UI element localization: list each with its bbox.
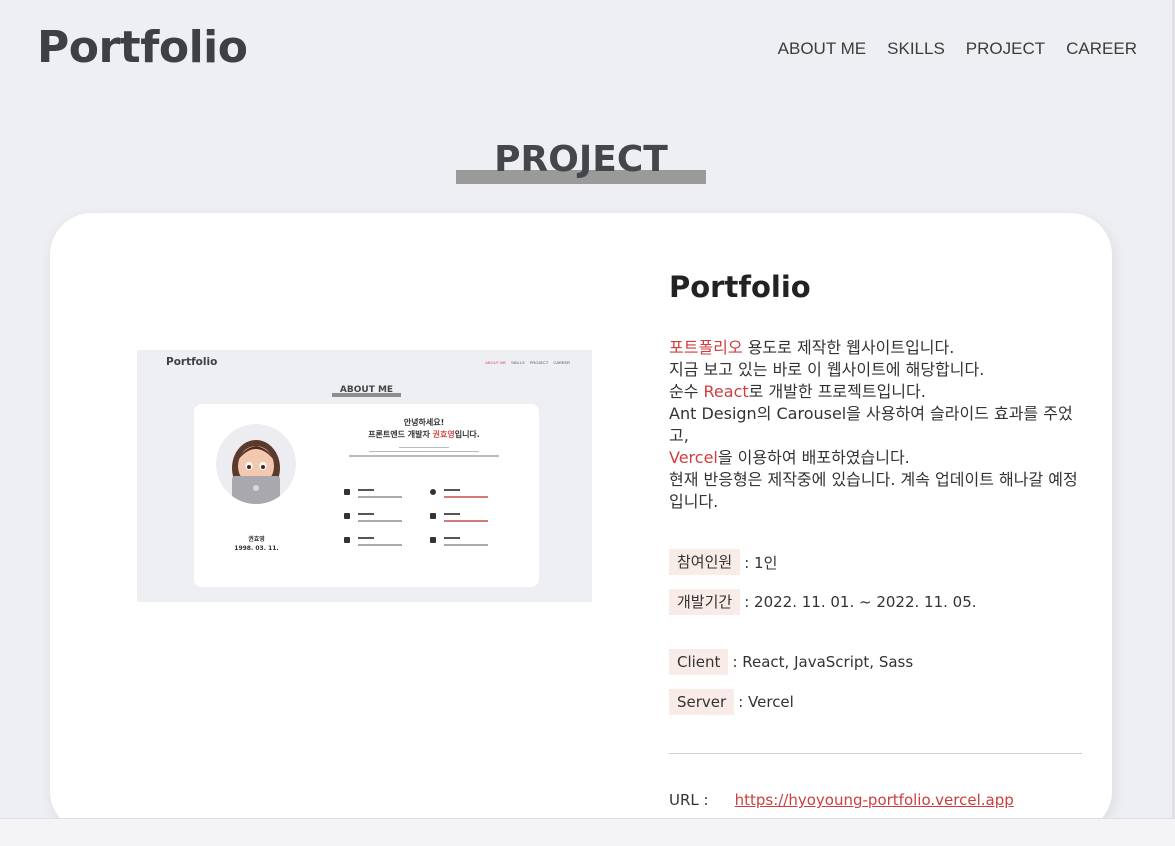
url-row: URL : https://hyoyoung-portfolio.vercel.… [669, 791, 1014, 809]
desc-line: Vercel을 이용하여 배포하였습니다. [669, 447, 1089, 469]
avatar [216, 424, 296, 504]
text-line [349, 455, 499, 457]
preview-intro-lines [344, 444, 504, 460]
desc-text: 로 개발한 프로젝트입니다. [748, 382, 926, 401]
period-tag: 개발기간 [669, 589, 741, 615]
preview-logo: Portfolio [166, 356, 218, 368]
client-value: : React, JavaScript, Sass [732, 653, 914, 671]
desc-line: 지금 보고 있는 바로 이 웹사이트에 해당합니다. [669, 360, 985, 379]
preview-nav: ABOUT ME SKILLS PROJECT CAREER [485, 360, 570, 365]
desc-line: 현재 반응형은 제작중에 있습니다. 계속 업데이트 해나갈 예정입니다. [669, 470, 1078, 511]
preview-title-text: ABOUT ME [339, 385, 394, 395]
greeting-post: 입니다. [454, 430, 480, 439]
text-line [399, 447, 449, 449]
preview-name-block: 권효영 1998. 03. 11. [229, 535, 284, 553]
text-line [369, 451, 479, 453]
preview-greeting: 안녕하세요! 프론트엔드 개발자 권효영입니다. [344, 417, 504, 441]
section-title: PROJECT [456, 138, 706, 184]
desc-highlight: Vercel [669, 448, 718, 467]
preview-nav-item: PROJECT [529, 360, 549, 365]
preview-greeting-line2: 프론트엔드 개발자 권효영입니다. [344, 429, 504, 441]
header: Portfolio ABOUT ME SKILLS PROJECT CAREER [0, 0, 1175, 100]
school-icon [344, 536, 414, 554]
server-tag: Server [669, 689, 735, 715]
members-tag: 참여인원 [669, 549, 741, 575]
nav-about-me[interactable]: ABOUT ME [778, 39, 866, 59]
preview-nav-item: ABOUT ME [485, 360, 507, 365]
preview-nav-item: CAREER [553, 360, 570, 365]
nav-skills[interactable]: SKILLS [887, 39, 945, 59]
server-value: : Vercel [738, 693, 794, 711]
preview-section-title: ABOUT ME [332, 385, 401, 397]
nav-project[interactable]: PROJECT [966, 39, 1045, 59]
desc-text: 을 이용하여 배포하였습니다. [717, 448, 910, 467]
desc-highlight: React [703, 382, 749, 401]
desc-text: 순수 [669, 382, 704, 401]
project-preview-image: Portfolio ABOUT ME SKILLS PROJECT CAREER… [137, 350, 592, 602]
period-value: : 2022. 11. 01. ~ 2022. 11. 05. [744, 593, 977, 611]
desc-line: 순수 React로 개발한 프로젝트입니다. [669, 381, 1089, 403]
project-title: Portfolio [669, 270, 811, 304]
greeting-pre: 프론트엔드 개발자 [368, 430, 433, 439]
preview-nav-item: SKILLS [511, 360, 525, 365]
members-row: 참여인원 : 1인 [669, 549, 777, 575]
divider [669, 753, 1082, 754]
main-nav: ABOUT ME SKILLS PROJECT CAREER [778, 39, 1137, 59]
project-url-link[interactable]: https://hyoyoung-portfolio.vercel.app [735, 791, 1014, 809]
section-title-text: PROJECT [494, 139, 668, 180]
preview-greeting-line1: 안녕하세요! [403, 418, 445, 427]
nav-career[interactable]: CAREER [1066, 39, 1137, 59]
phone-icon [344, 488, 414, 506]
period-row: 개발기간 : 2022. 11. 01. ~ 2022. 11. 05. [669, 589, 977, 615]
project-description: 포트폴리오 용도로 제작한 웹사이트입니다. 지금 보고 있는 바로 이 웹사이… [669, 337, 1089, 513]
preview-birth: 1998. 03. 11. [234, 545, 279, 552]
github-icon [430, 488, 500, 506]
greeting-name: 권효영 [432, 430, 455, 439]
desc-line: Ant Design의 Carousel을 사용하여 슬라이드 효과를 주었고, [669, 404, 1073, 445]
desc-line: 포트폴리오 용도로 제작한 웹사이트입니다. [669, 337, 1089, 359]
blog-icon [430, 512, 500, 530]
server-row: Server : Vercel [669, 689, 794, 715]
bottom-strip [0, 818, 1175, 846]
mail-icon [344, 512, 414, 530]
members-value: : 1인 [744, 553, 778, 572]
desc-highlight: 포트폴리오 [669, 338, 743, 357]
preview-card: 권효영 1998. 03. 11. 안녕하세요! 프론트엔드 개발자 권효영입니… [194, 404, 539, 587]
url-label: URL : [669, 791, 709, 809]
preview-name: 권효영 [248, 536, 265, 543]
logo[interactable]: Portfolio [37, 22, 248, 73]
client-tag: Client [669, 649, 729, 675]
id-card-icon [430, 536, 500, 554]
desc-text: 용도로 제작한 웹사이트입니다. [742, 338, 955, 357]
memoji-avatar-icon [232, 440, 280, 504]
client-row: Client : React, JavaScript, Sass [669, 649, 913, 675]
project-card: Portfolio ABOUT ME SKILLS PROJECT CAREER… [50, 213, 1112, 833]
